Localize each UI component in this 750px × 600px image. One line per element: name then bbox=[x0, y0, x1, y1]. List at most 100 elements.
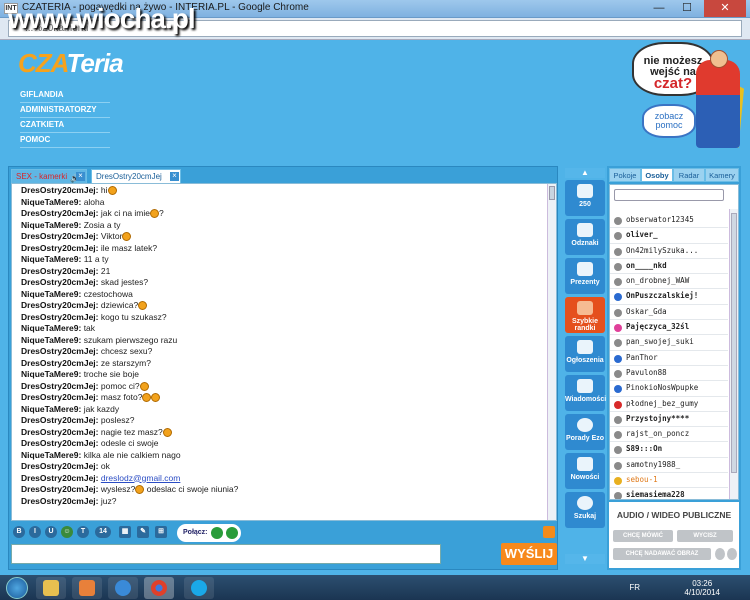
message-nick[interactable]: DresOstry20cmJej: bbox=[21, 185, 99, 195]
tab-pokoje[interactable]: Pokoje bbox=[609, 168, 641, 182]
user-list-item[interactable]: obserwator12345 bbox=[610, 213, 728, 229]
sidebar-item-gifts[interactable]: Prezenty bbox=[565, 258, 605, 294]
sidebar-item-news[interactable]: Nowości bbox=[565, 453, 605, 489]
expand-icon[interactable] bbox=[543, 526, 555, 538]
user-list-item[interactable]: OnPuszczalskiej! bbox=[610, 289, 728, 305]
sidebar-item-ezo[interactable]: Porady Ezo bbox=[565, 414, 605, 450]
sidebar-up-arrow[interactable]: ▲ bbox=[565, 168, 605, 178]
user-list-item[interactable]: oliver_ bbox=[610, 228, 728, 244]
sidebar-item-ads[interactable]: Ogłoszenia bbox=[565, 336, 605, 372]
draw-button[interactable]: ✎ bbox=[137, 526, 149, 538]
message-nick[interactable]: NiqueTaMere9: bbox=[21, 335, 81, 345]
emoticon-button[interactable]: ☺ bbox=[61, 526, 73, 538]
message-link[interactable]: dreslodz@gmail.com bbox=[101, 473, 181, 483]
text-color-button[interactable]: T bbox=[77, 526, 89, 538]
tab-radar[interactable]: Radar bbox=[673, 168, 705, 182]
user-list-item[interactable]: płodnej_bez_gumy bbox=[610, 397, 728, 412]
sidebar-item-search[interactable]: Szukaj bbox=[565, 492, 605, 528]
message-nick[interactable]: DresOstry20cmJej: bbox=[21, 461, 99, 471]
message-nick[interactable]: DresOstry20cmJej: bbox=[21, 496, 99, 506]
message-nick[interactable]: NiqueTaMere9: bbox=[21, 220, 81, 230]
user-list-item[interactable]: samotny1988_ bbox=[610, 458, 728, 474]
cztateria-logo[interactable]: CZATeria bbox=[18, 48, 124, 79]
minimize-button[interactable]: — bbox=[646, 0, 672, 17]
user-list-item[interactable]: pan_swojej_suki bbox=[610, 335, 728, 351]
user-list-item[interactable]: on____nkd bbox=[610, 259, 728, 275]
layout-button[interactable]: ▦ bbox=[119, 526, 131, 538]
message-nick[interactable]: NiqueTaMere9: bbox=[21, 369, 81, 379]
message-input[interactable] bbox=[11, 544, 441, 564]
message-nick[interactable]: DresOstry20cmJej: bbox=[21, 473, 99, 483]
promo-help-bubble[interactable]: zobacz pomoc bbox=[642, 104, 696, 138]
close-tab-icon[interactable]: × bbox=[170, 172, 179, 181]
message-nick[interactable]: DresOstry20cmJej: bbox=[21, 277, 99, 287]
user-list-item[interactable]: S89:::On bbox=[610, 442, 728, 458]
promo-banner[interactable]: nie możesz wejść na czat? zobacz pomoc bbox=[626, 40, 744, 152]
taskbar-skype[interactable] bbox=[184, 577, 214, 599]
message-nick[interactable]: DresOstry20cmJej: bbox=[21, 427, 99, 437]
power-icon[interactable] bbox=[727, 548, 737, 560]
message-nick[interactable]: NiqueTaMere9: bbox=[21, 323, 81, 333]
close-tab-icon[interactable]: × bbox=[76, 172, 85, 181]
message-nick[interactable]: NiqueTaMere9: bbox=[21, 404, 81, 414]
user-list-item[interactable]: Przystojny**** bbox=[610, 412, 728, 428]
message-nick[interactable]: DresOstry20cmJej: bbox=[21, 415, 99, 425]
clock[interactable]: 03:26 4/10/2014 bbox=[684, 579, 720, 597]
message-nick[interactable]: DresOstry20cmJej: bbox=[21, 438, 99, 448]
message-nick[interactable]: DresOstry20cmJej: bbox=[21, 243, 99, 253]
message-nick[interactable]: DresOstry20cmJej: bbox=[21, 208, 99, 218]
tab-sex-kamerki[interactable]: SEX - kamerki 🔊 × bbox=[11, 169, 87, 183]
taskbar-explorer[interactable] bbox=[36, 577, 66, 599]
user-list-item[interactable]: Pavulon88 bbox=[610, 366, 728, 382]
message-nick[interactable]: NiqueTaMere9: bbox=[21, 289, 81, 299]
message-nick[interactable]: DresOstry20cmJej: bbox=[21, 300, 99, 310]
message-nick[interactable]: NiqueTaMere9: bbox=[21, 254, 81, 264]
sidebar-item-speed-dating[interactable]: Szybkie randki bbox=[565, 297, 605, 333]
phone-icon[interactable] bbox=[211, 527, 223, 539]
broadcast-video-button[interactable]: CHCĘ NADAWAĆ OBRAZ bbox=[613, 548, 711, 560]
sidebar-down-arrow[interactable]: ▼ bbox=[565, 554, 605, 564]
user-list-item[interactable]: on_drobnej_WAW bbox=[610, 274, 728, 290]
sidebar-item-messages[interactable]: Wiadomości bbox=[565, 375, 606, 411]
close-window-button[interactable]: ✕ bbox=[704, 0, 746, 17]
user-list-item[interactable]: PinokioNosWpupke bbox=[610, 381, 728, 397]
video-call-icon[interactable] bbox=[226, 527, 238, 539]
italic-button[interactable]: I bbox=[29, 526, 41, 538]
user-list-item[interactable]: On42milySzuka... bbox=[610, 244, 728, 259]
user-search-input[interactable] bbox=[614, 189, 724, 201]
user-list-item[interactable]: rajst_on_poncz bbox=[610, 427, 728, 443]
start-button[interactable] bbox=[6, 577, 28, 599]
message-nick[interactable]: DresOstry20cmJej: bbox=[21, 484, 99, 494]
nav-item-giflandia[interactable]: GIFLANDIA bbox=[20, 88, 110, 103]
tab-osoby[interactable]: Osoby bbox=[641, 168, 673, 182]
sidebar-item-points[interactable]: 250 bbox=[565, 180, 605, 216]
mute-button[interactable]: WYCISZ bbox=[677, 530, 733, 542]
user-list-item[interactable]: Oskar_Gda bbox=[610, 305, 728, 321]
scroll-thumb[interactable] bbox=[549, 186, 555, 200]
message-scrollbar[interactable] bbox=[547, 184, 556, 520]
gift-button[interactable]: ⊞ bbox=[155, 526, 167, 538]
user-list-item[interactable]: Pajęczyca_32śl bbox=[610, 320, 728, 336]
maximize-button[interactable]: ☐ bbox=[674, 0, 700, 17]
taskbar-chrome[interactable] bbox=[144, 577, 174, 599]
message-nick[interactable]: DresOstry20cmJej: bbox=[21, 381, 99, 391]
message-nick[interactable]: NiqueTaMere9: bbox=[21, 450, 81, 460]
nav-item-pomoc[interactable]: POMOC bbox=[20, 133, 110, 148]
tab-private-chat[interactable]: DresOstry20cmJej × bbox=[91, 169, 181, 183]
underline-button[interactable]: U bbox=[45, 526, 57, 538]
user-list-item[interactable]: sebou-1 bbox=[610, 473, 728, 489]
message-nick[interactable]: DresOstry20cmJej: bbox=[21, 231, 99, 241]
taskbar-internet-explorer[interactable] bbox=[108, 577, 138, 599]
send-button[interactable]: WYŚLIJ bbox=[501, 543, 557, 565]
tab-kamery[interactable]: Kamery bbox=[705, 168, 739, 182]
message-nick[interactable]: DresOstry20cmJej: bbox=[21, 346, 99, 356]
sidebar-item-badges[interactable]: Odznaki bbox=[565, 219, 605, 255]
message-nick[interactable]: DresOstry20cmJej: bbox=[21, 358, 99, 368]
user-list-item[interactable]: siemasiema228 bbox=[610, 488, 728, 499]
scroll-thumb[interactable] bbox=[731, 213, 737, 473]
want-to-speak-button[interactable]: CHCĘ MÓWIĆ bbox=[613, 530, 673, 542]
language-indicator[interactable]: FR bbox=[629, 583, 640, 592]
nav-item-administratorzy[interactable]: ADMINISTRATORZY bbox=[20, 103, 110, 118]
bold-button[interactable]: B bbox=[13, 526, 25, 538]
font-size-button[interactable]: 14 bbox=[95, 526, 111, 538]
